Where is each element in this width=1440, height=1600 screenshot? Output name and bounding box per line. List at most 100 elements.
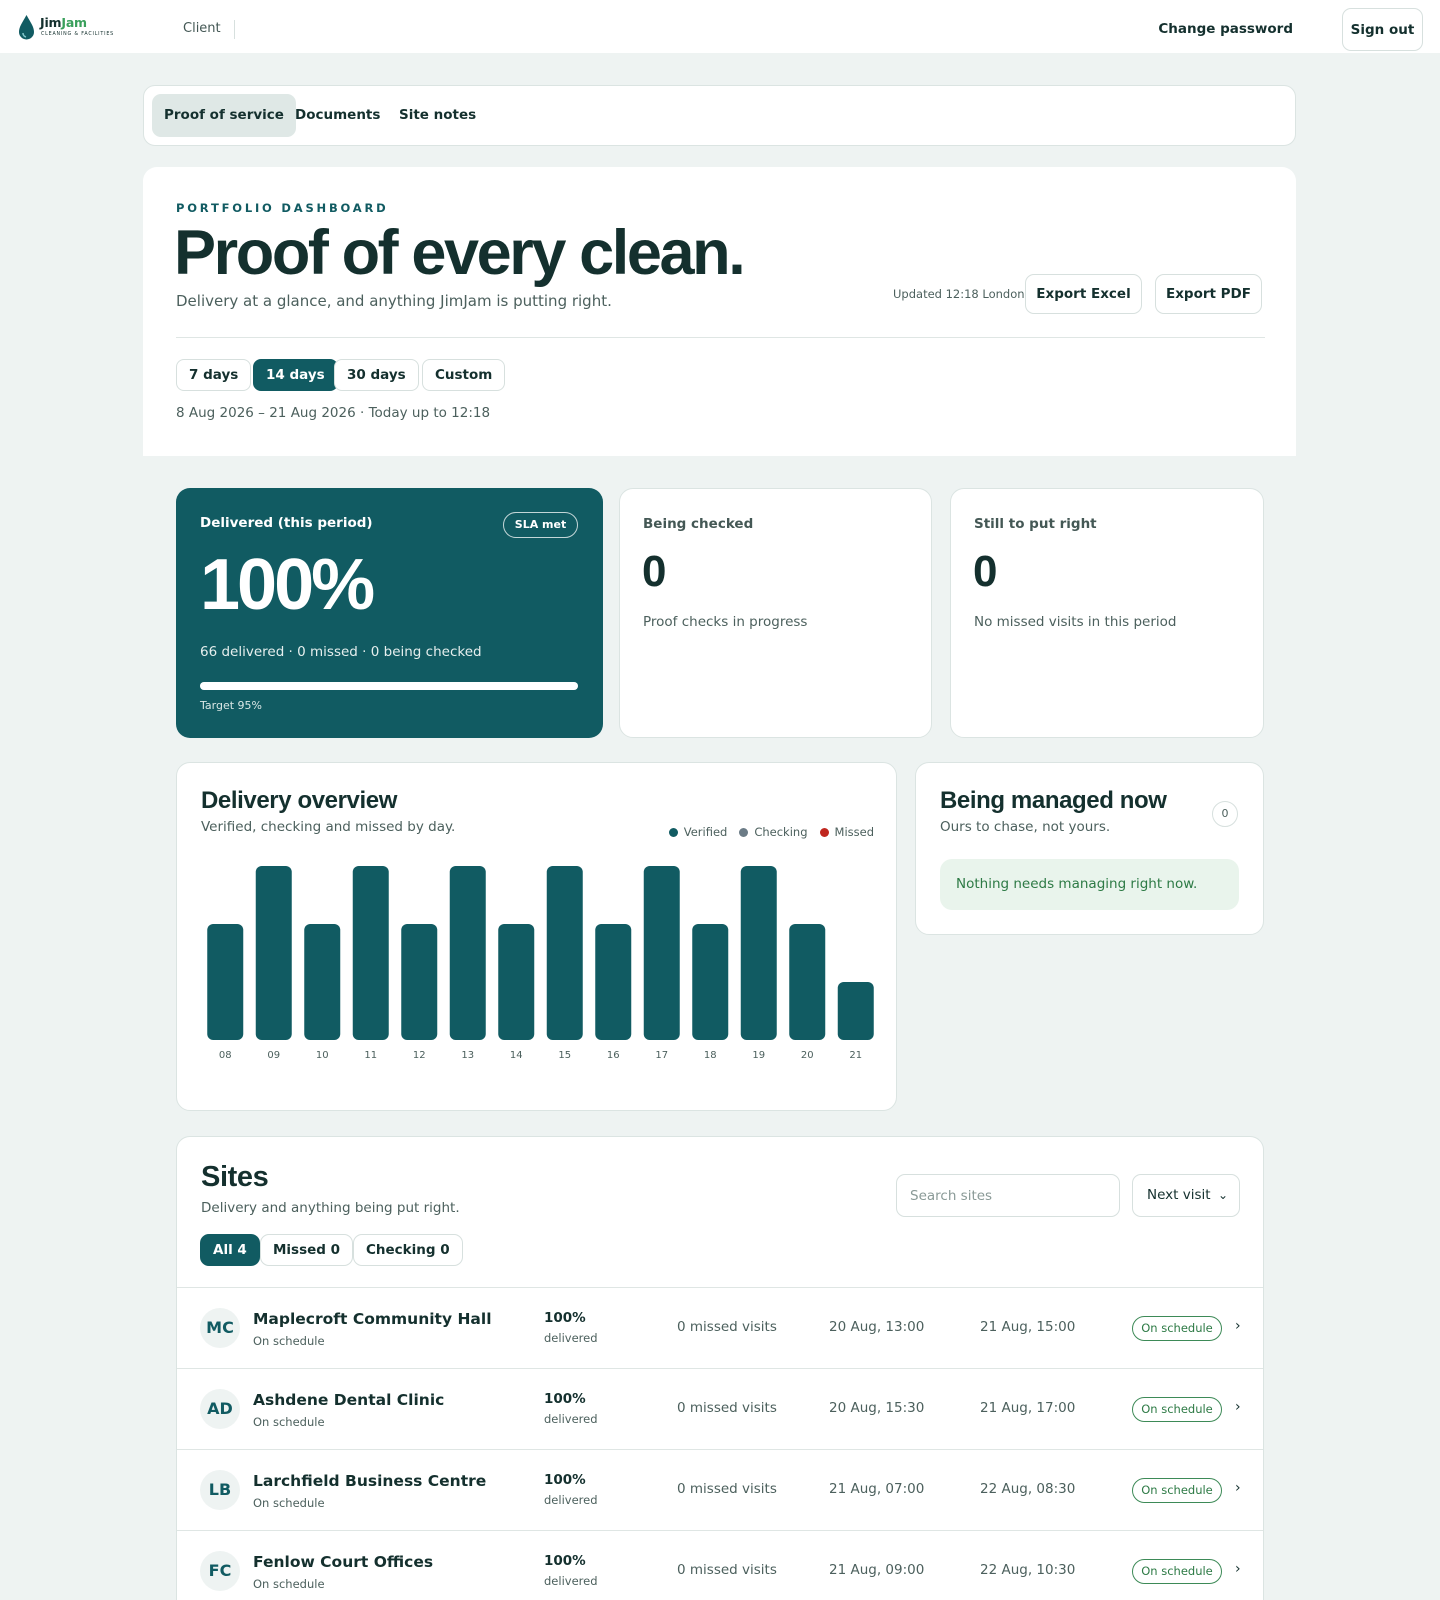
- x-tick-label: 15: [558, 1050, 571, 1061]
- period-14-days[interactable]: 14 days: [253, 359, 338, 391]
- bar-verified-13[interactable]: [449, 866, 486, 1040]
- bar-verified-20[interactable]: [789, 924, 826, 1040]
- export-pdf-button[interactable]: Export PDF: [1155, 274, 1262, 314]
- site-avatar: LB: [200, 1470, 240, 1510]
- brand-tagline: CLEANING & FACILITIES: [41, 32, 115, 37]
- section-label: Client: [183, 21, 221, 36]
- sort-select[interactable]: Next visit ⌄: [1132, 1174, 1240, 1217]
- site-avatar: MC: [200, 1308, 240, 1348]
- status-badge: On schedule: [1132, 1397, 1222, 1422]
- site-row[interactable]: MC Maplecroft Community Hall On schedule…: [177, 1287, 1263, 1368]
- bar-verified-08[interactable]: [207, 924, 244, 1040]
- delivery-bar-chart: 08 09 10 11 12 13 14 15 16 17 18 19 20 21: [207, 866, 874, 1061]
- site-next-visit: 22 Aug, 08:30: [980, 1481, 1076, 1497]
- sites-subtitle: Delivery and anything being put right.: [201, 1200, 460, 1216]
- site-name: Larchfield Business Centre: [253, 1472, 487, 1490]
- site-missed-visits: 0 missed visits: [677, 1319, 777, 1335]
- tab-site-notes[interactable]: Site notes: [387, 94, 488, 137]
- site-next-visit: 21 Aug, 15:00: [980, 1319, 1076, 1335]
- x-tick-label: 13: [461, 1050, 474, 1061]
- page-title: Proof of every clean.: [174, 218, 746, 288]
- delivery-overview-card: Delivery overview Verified, checking and…: [176, 762, 897, 1111]
- site-status: On schedule: [253, 1577, 325, 1591]
- bar-verified-19[interactable]: [740, 866, 777, 1040]
- site-missed-visits: 0 missed visits: [677, 1400, 777, 1416]
- chevron-right-icon[interactable]: ›: [1235, 1399, 1241, 1415]
- bar-verified-15[interactable]: [546, 866, 583, 1040]
- brand-logo[interactable]: JimJam CLEANING & FACILITIES: [18, 14, 128, 42]
- kpi-being-checked-card: Being checked 0 Proof checks in progress: [619, 488, 932, 738]
- chevron-right-icon[interactable]: ›: [1235, 1480, 1241, 1496]
- bar-verified-18[interactable]: [692, 924, 729, 1040]
- bar-verified-12[interactable]: [401, 924, 438, 1040]
- site-row[interactable]: AD Ashdene Dental Clinic On schedule 100…: [177, 1368, 1263, 1449]
- sites-title: Sites: [201, 1161, 269, 1193]
- managed-count-badge: 0: [1212, 801, 1238, 827]
- x-tick-label: 16: [607, 1050, 620, 1061]
- site-avatar: FC: [200, 1551, 240, 1591]
- chevron-right-icon[interactable]: ›: [1235, 1318, 1241, 1334]
- change-password-button[interactable]: Change password: [1158, 21, 1293, 37]
- site-name: Maplecroft Community Hall: [253, 1310, 492, 1328]
- brand-wordmark: JimJam: [40, 15, 87, 30]
- period-custom[interactable]: Custom: [422, 359, 506, 391]
- x-tick-label: 12: [413, 1050, 426, 1061]
- water-drop-icon: [19, 15, 34, 40]
- sign-out-button[interactable]: Sign out: [1342, 8, 1423, 51]
- filter-missed[interactable]: Missed 0: [260, 1234, 354, 1266]
- filter-all[interactable]: All 4: [200, 1234, 260, 1266]
- x-tick-label: 09: [267, 1050, 280, 1061]
- x-tick-label: 19: [752, 1050, 765, 1061]
- site-delivery-pct: 100%: [544, 1472, 586, 1488]
- site-delivery-pct: 100%: [544, 1310, 586, 1326]
- kpi-checking-value: 0: [642, 547, 667, 596]
- header-divider: [176, 337, 1265, 338]
- site-row[interactable]: LB Larchfield Business Centre On schedul…: [177, 1449, 1263, 1530]
- bar-verified-09[interactable]: [255, 866, 292, 1040]
- tab-proof-of-service[interactable]: Proof of service: [152, 94, 296, 137]
- period-7-days[interactable]: 7 days: [176, 359, 252, 391]
- kpi-target: Target 95%: [200, 699, 262, 712]
- site-delivery-pct: 100%: [544, 1391, 586, 1407]
- managed-title: Being managed now: [940, 787, 1167, 814]
- x-tick-label: 21: [849, 1050, 862, 1061]
- kpi-delivered-breakdown: 66 delivered · 0 missed · 0 being checke…: [200, 644, 482, 660]
- chevron-right-icon[interactable]: ›: [1235, 1561, 1241, 1577]
- site-last-visit: 21 Aug, 07:00: [829, 1481, 925, 1497]
- kpi-delivered-label: Delivered (this period): [200, 515, 373, 531]
- site-next-visit: 22 Aug, 10:30: [980, 1562, 1076, 1578]
- bar-verified-11[interactable]: [352, 866, 389, 1040]
- x-tick-label: 08: [219, 1050, 232, 1061]
- site-row[interactable]: FC Fenlow Court Offices On schedule 100%…: [177, 1530, 1263, 1600]
- managed-subtitle: Ours to chase, not yours.: [940, 819, 1111, 835]
- bar-verified-16[interactable]: [595, 924, 632, 1040]
- kpi-checking-label: Being checked: [643, 516, 754, 532]
- topbar-divider: [234, 20, 235, 39]
- status-badge: On schedule: [1132, 1559, 1222, 1584]
- tab-documents[interactable]: Documents: [283, 94, 392, 137]
- export-excel-button[interactable]: Export Excel: [1025, 274, 1142, 314]
- site-avatar: AD: [200, 1389, 240, 1429]
- kpi-delivered-card: Delivered (this period) SLA met 100% 66 …: [176, 488, 603, 738]
- x-tick-label: 11: [364, 1050, 377, 1061]
- site-status: On schedule: [253, 1415, 325, 1429]
- sites-card: Sites Delivery and anything being put ri…: [176, 1136, 1264, 1600]
- bar-verified-21[interactable]: [837, 982, 874, 1040]
- search-sites-input[interactable]: [896, 1174, 1120, 1217]
- period-30-days[interactable]: 30 days: [334, 359, 419, 391]
- site-last-visit: 21 Aug, 09:00: [829, 1562, 925, 1578]
- site-last-visit: 20 Aug, 15:30: [829, 1400, 925, 1416]
- bar-verified-14[interactable]: [498, 924, 535, 1040]
- site-missed-visits: 0 missed visits: [677, 1481, 777, 1497]
- site-name: Ashdene Dental Clinic: [253, 1391, 445, 1409]
- site-status: On schedule: [253, 1496, 325, 1510]
- bar-verified-17[interactable]: [643, 866, 680, 1040]
- kpi-checking-sub: Proof checks in progress: [643, 614, 808, 630]
- filter-checking[interactable]: Checking 0: [353, 1234, 463, 1266]
- date-range: 8 Aug 2026 – 21 Aug 2026 · Today up to 1…: [176, 405, 491, 421]
- site-name: Fenlow Court Offices: [253, 1553, 434, 1571]
- page-eyebrow: PORTFOLIO DASHBOARD: [176, 201, 389, 215]
- updated-timestamp: Updated 12:18 London: [893, 287, 1025, 301]
- tab-bar: Proof of service Documents Site notes: [143, 85, 1296, 146]
- bar-verified-10[interactable]: [304, 924, 341, 1040]
